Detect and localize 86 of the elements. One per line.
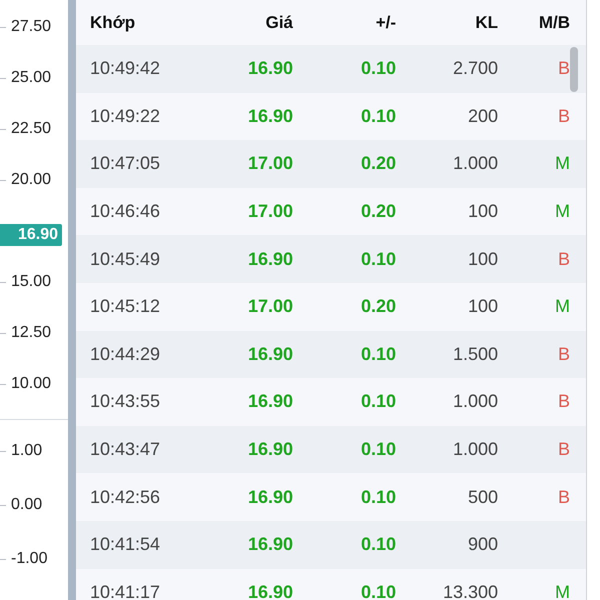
- match-time: 10:45:49: [90, 248, 160, 270]
- price-value: 16.90: [248, 58, 293, 80]
- match-time: 10:41:17: [90, 582, 160, 600]
- side-label: B: [558, 106, 570, 127]
- price-value: 16.90: [248, 582, 293, 600]
- volume-value: 100: [468, 201, 498, 222]
- match-time: 10:44:29: [90, 344, 160, 365]
- axis-label: 10.00: [11, 375, 52, 393]
- price-value: 16.90: [248, 439, 293, 460]
- column-header: KL: [475, 12, 498, 32]
- side-label: B: [558, 58, 570, 80]
- volume-value: 200: [468, 106, 498, 127]
- axis-label: 27.50: [11, 18, 52, 36]
- price-value: 17.00: [248, 296, 293, 318]
- axis-label: 22.50: [11, 120, 52, 138]
- change-value: 0.10: [360, 248, 396, 270]
- column-header: M/B: [538, 12, 570, 32]
- axis-tick: [0, 78, 6, 79]
- change-value: 0.10: [360, 391, 396, 412]
- change-value: 0.10: [360, 106, 396, 127]
- axis-tick: [0, 451, 6, 452]
- axis-label: -1.00: [11, 550, 48, 568]
- side-label: B: [558, 344, 570, 365]
- change-value: 0.10: [360, 486, 396, 508]
- match-time: 10:45:12: [90, 296, 160, 318]
- side-label: M: [555, 582, 570, 600]
- volume-value: 1.000: [452, 391, 498, 412]
- match-time: 10:43:55: [90, 391, 160, 412]
- price-value: 16.90: [248, 391, 293, 412]
- match-time: 10:49:42: [90, 58, 160, 80]
- volume-value: 100: [468, 248, 498, 270]
- change-value: 0.20: [360, 201, 396, 222]
- price-value: 17.00: [248, 201, 293, 222]
- volume-value: 900: [468, 534, 498, 556]
- volume-value: 1.000: [452, 439, 498, 460]
- match-time: 10:41:54: [90, 534, 160, 556]
- axis-tick: [0, 180, 6, 181]
- column-header: +/-: [376, 12, 396, 32]
- change-value: 0.10: [360, 439, 396, 460]
- change-value: 0.10: [360, 582, 396, 600]
- volume-value: 13.300: [442, 582, 498, 600]
- price-value: 16.90: [248, 106, 293, 127]
- column-header: Giá: [266, 12, 293, 32]
- axis-label: 0.00: [11, 496, 42, 514]
- axis-label: 25.00: [11, 69, 52, 87]
- column-header: Khớp: [90, 12, 136, 32]
- axis-tick: [0, 27, 6, 28]
- side-label: M: [555, 296, 570, 318]
- side-label: B: [558, 439, 570, 460]
- price-value: 16.90: [248, 534, 293, 556]
- match-time: 10:42:56: [90, 486, 160, 508]
- axis-tick: [0, 384, 6, 385]
- volume-value: 1.000: [452, 153, 498, 174]
- change-value: 0.10: [360, 534, 396, 556]
- price-value: 16.90: [248, 344, 293, 365]
- side-label: M: [555, 201, 570, 222]
- axis-tick: [0, 505, 6, 506]
- match-time: 10:49:22: [90, 106, 160, 127]
- change-value: 0.10: [360, 58, 396, 80]
- axis-tick: [0, 333, 6, 334]
- side-label: M: [555, 153, 570, 174]
- axis-label: 20.00: [11, 171, 52, 189]
- side-label: B: [558, 391, 570, 412]
- volume-value: 1.500: [452, 344, 498, 365]
- axis-tick: [0, 559, 6, 560]
- scrollbar-thumb[interactable]: [570, 47, 578, 92]
- axis-label: 15.00: [11, 273, 52, 291]
- change-value: 0.20: [360, 296, 396, 318]
- side-label: B: [558, 486, 570, 508]
- axis-label: 1.00: [11, 442, 42, 460]
- match-time: 10:46:46: [90, 201, 160, 222]
- change-value: 0.20: [360, 153, 396, 174]
- volume-value: 100: [468, 296, 498, 318]
- axis-label: 12.50: [11, 324, 52, 342]
- match-time: 10:43:47: [90, 439, 160, 460]
- side-label: B: [558, 248, 570, 270]
- last-price-badge: 16.90: [0, 224, 62, 246]
- price-value: 16.90: [248, 486, 293, 508]
- axis-tick: [0, 282, 6, 283]
- change-value: 0.10: [360, 344, 396, 365]
- match-time: 10:47:05: [90, 153, 160, 174]
- axis-tick: [0, 129, 6, 130]
- volume-value: 2.700: [452, 58, 498, 80]
- price-value: 17.00: [248, 153, 293, 174]
- volume-value: 500: [468, 486, 498, 508]
- price-value: 16.90: [248, 248, 293, 270]
